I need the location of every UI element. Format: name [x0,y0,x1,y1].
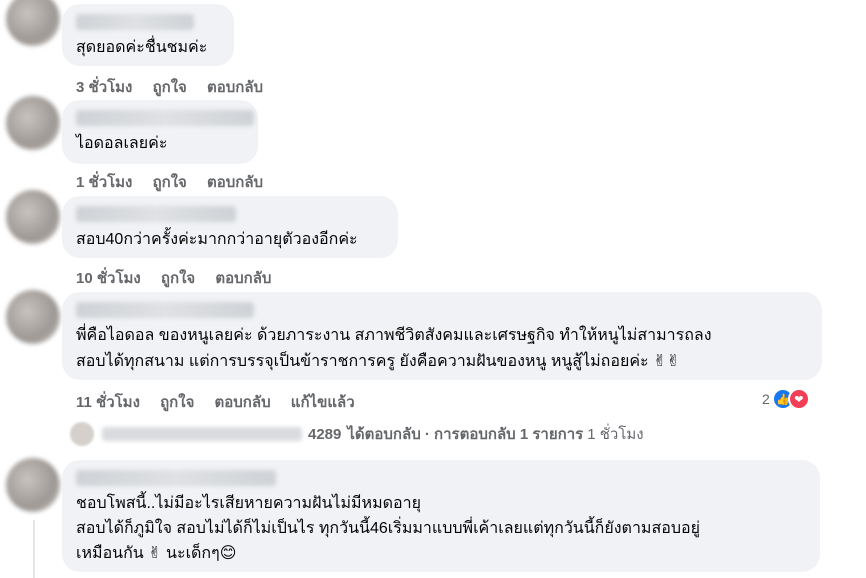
reply-summary-text: ได้ตอบกลับ · การตอบกลับ 1 รายการ [347,426,584,443]
reply-button[interactable]: ตอบกลับ [215,394,271,411]
comment-text: ชอบโพสนี้..ไม่มีอะไรเสียหายความฝันไม่มีห… [76,495,421,512]
comment-bubble: ชอบโพสนี้..ไม่มีอะไรเสียหายความฝันไม่มีห… [62,460,820,572]
comment-actions: 10 ชั่วโมง ถูกใจ ตอบกลับ [76,266,271,290]
replier-name [102,427,302,441]
comment-text: พี่คือไอดอล ของหนูเลยค่ะ ด้วยภาระงาน สภา… [76,327,712,344]
comment-text: เหมือนกัน ✌ นะเด็กๆ😊 [76,545,237,562]
comment-actions: 3 ชั่วโมง ถูกใจ ตอบกลับ [76,75,263,99]
thread-connector-line [33,520,35,578]
commenter-name[interactable] [76,14,194,30]
commenter-avatar[interactable] [6,0,60,46]
comment-time[interactable]: 3 ชั่วโมง [76,79,132,96]
comment-bubble: พี่คือไอดอล ของหนูเลยค่ะ ด้วยภาระงาน สภา… [62,292,822,380]
commenter-avatar[interactable] [6,290,60,344]
commenter-name[interactable] [76,470,276,486]
commenter-name[interactable] [76,110,254,126]
commenter-name[interactable] [76,206,236,222]
comment-text: สอบได้ก็ภูมิใจ สอบไม่ได้ก็ไม่เป็นไร ทุกว… [76,520,700,537]
comment-time[interactable]: 10 ชั่วโมง [76,270,141,287]
comment-bubble: ไอดอลเลยค่ะ [62,100,258,164]
commenter-avatar[interactable] [6,96,60,150]
reaction-count: 2 [762,391,770,407]
comment-text: สอบ40กว่าครั้งค่ะมากกว่าอายุตัวองอีกค่ะ [76,231,358,248]
comment-time[interactable]: 1 ชั่วโมง [76,174,132,191]
comment-time[interactable]: 11 ชั่วโมง [76,394,140,411]
view-replies-link[interactable]: 4289 ได้ตอบกลับ · การตอบกลับ 1 รายการ 1 … [70,422,644,446]
like-button[interactable]: ถูกใจ [153,174,187,191]
replier-name-suffix: 4289 [308,425,342,443]
comment-bubble: สอบ40กว่าครั้งค่ะมากกว่าอายุตัวองอีกค่ะ [62,196,398,258]
commenter-avatar[interactable] [6,190,60,244]
comment-text: สอบได้ทุกสนาม แต่การบรรจุเป็นข้าราชการคร… [76,353,680,370]
reply-button[interactable]: ตอบกลับ [215,270,271,287]
reply-time: 1 ชั่วโมง [587,426,644,443]
reply-button[interactable]: ตอบกลับ [207,79,263,96]
reply-button[interactable]: ตอบกลับ [207,174,263,191]
like-button[interactable]: ถูกใจ [161,270,195,287]
comment-actions: 1 ชั่วโมง ถูกใจ ตอบกลับ [76,170,263,194]
replier-avatar [70,422,94,446]
comment-text: ไอดอลเลยค่ะ [76,135,168,152]
like-button[interactable]: ถูกใจ [160,394,194,411]
reaction-summary[interactable]: 2 👍 ❤ [762,388,810,410]
edited-label[interactable]: แก้ไขแล้ว [291,394,355,411]
comment-text: สุดยอดค่ะชื่นชมค่ะ [76,39,208,56]
commenter-avatar[interactable] [6,458,60,512]
like-button[interactable]: ถูกใจ [153,79,187,96]
comment-actions: 11 ชั่วโมง ถูกใจ ตอบกลับ แก้ไขแล้ว [76,390,355,414]
commenter-name[interactable] [76,302,254,318]
comment-bubble: สุดยอดค่ะชื่นชมค่ะ [62,4,234,66]
love-reaction-icon: ❤ [787,388,810,410]
